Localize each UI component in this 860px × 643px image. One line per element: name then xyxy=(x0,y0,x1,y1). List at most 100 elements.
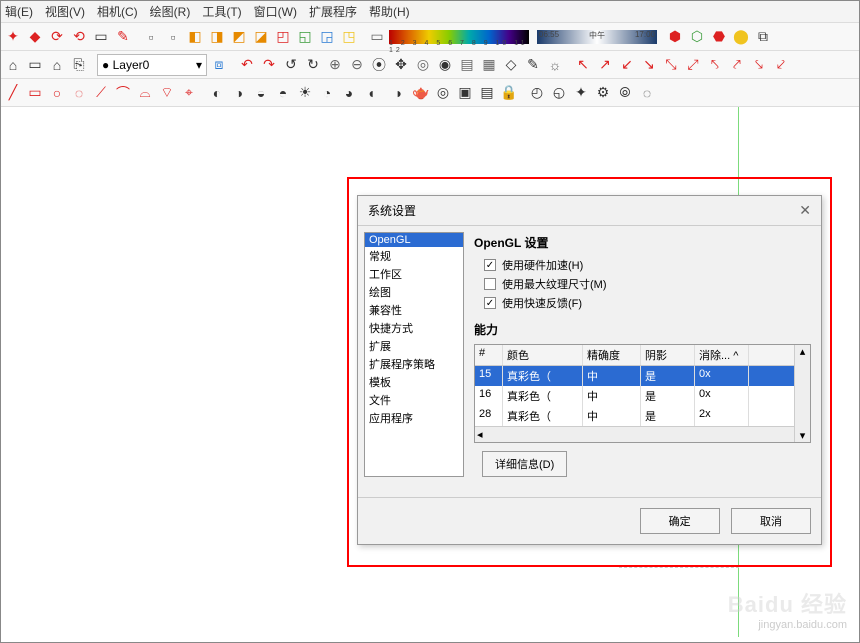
tool-icon[interactable]: ▦ xyxy=(479,55,499,75)
sidebar-item[interactable]: 应用程序 xyxy=(365,409,463,427)
tool-icon[interactable]: ◳ xyxy=(339,27,359,47)
checkbox-row[interactable]: ✓ 使用快速反馈(F) xyxy=(484,295,811,311)
tool-icon[interactable]: ◗ xyxy=(389,83,409,103)
details-button[interactable]: 详细信息(D) xyxy=(482,451,567,477)
tool-icon[interactable]: ◇ xyxy=(501,55,521,75)
tool-icon[interactable]: ⌖ xyxy=(179,83,199,103)
sidebar-item[interactable]: 模板 xyxy=(365,373,463,391)
tool-icon[interactable]: ⤦ xyxy=(771,55,791,75)
checkbox-icon[interactable]: ✓ xyxy=(484,259,496,271)
scroll-down-icon[interactable]: ▾ xyxy=(800,429,806,442)
tool-icon[interactable]: ↖ xyxy=(573,55,593,75)
tool-icon[interactable]: ↙ xyxy=(617,55,637,75)
tool-icon[interactable]: ◎ xyxy=(433,83,453,103)
tool-icon[interactable]: ▫ xyxy=(163,27,183,47)
tool-icon[interactable]: ◆ xyxy=(25,27,45,47)
tool-icon[interactable]: ⌒ xyxy=(113,83,133,103)
tool-icon[interactable]: ▣ xyxy=(455,83,475,103)
col-header[interactable]: # xyxy=(475,345,503,365)
tool-icon[interactable]: ↷ xyxy=(259,55,279,75)
tool-icon[interactable]: ⎘ xyxy=(69,55,89,75)
checkbox-row[interactable]: ✓ 使用硬件加速(H) xyxy=(484,257,811,273)
tool-icon[interactable]: ◲ xyxy=(317,27,337,47)
tool-icon[interactable]: ⧈ xyxy=(209,55,229,75)
menu-item[interactable]: 视图(V) xyxy=(45,3,85,20)
home-icon[interactable]: ⌂ xyxy=(3,55,23,75)
scroll-up-icon[interactable]: ▴ xyxy=(800,345,806,358)
scroll-left-icon[interactable]: ◂ xyxy=(477,428,483,441)
tool-icon[interactable]: ○ xyxy=(47,83,67,103)
tool-icon[interactable]: ⤤ xyxy=(727,55,747,75)
menu-item[interactable]: 绘图(R) xyxy=(150,3,191,20)
tool-icon[interactable]: ✥ xyxy=(391,55,411,75)
menu-item[interactable]: 辑(E) xyxy=(5,3,33,20)
tool-icon[interactable]: ⬤ xyxy=(731,27,751,47)
tool-icon[interactable]: ▭ xyxy=(367,27,387,47)
tool-icon[interactable]: ◉ xyxy=(435,55,455,75)
tool-icon[interactable]: ◑ xyxy=(229,83,249,103)
tool-icon[interactable]: ↘ xyxy=(639,55,659,75)
tool-icon[interactable]: ◒ xyxy=(251,83,271,103)
tool-icon[interactable]: ⊖ xyxy=(347,55,367,75)
tool-icon[interactable]: ◐ xyxy=(207,83,227,103)
tool-icon[interactable]: ✎ xyxy=(113,27,133,47)
menu-item[interactable]: 窗口(W) xyxy=(254,3,297,20)
sidebar-item[interactable]: 快捷方式 xyxy=(365,319,463,337)
vertical-scrollbar[interactable]: ▴ ▾ xyxy=(794,345,810,442)
tool-icon[interactable]: ⧉ xyxy=(753,27,773,47)
tool-icon[interactable]: ⟳ xyxy=(47,27,67,47)
tool-icon[interactable]: 🔒 xyxy=(499,83,519,103)
layer-dropdown[interactable]: ● Layer0 ▾ xyxy=(97,54,207,76)
checkbox-row[interactable]: 使用最大纹理尺寸(M) xyxy=(484,276,811,292)
tool-icon[interactable]: ▭ xyxy=(91,27,111,47)
checkbox-icon[interactable] xyxy=(484,278,496,290)
dialog-titlebar[interactable]: 系统设置 ✕ xyxy=(358,196,821,226)
tool-icon[interactable]: ✦ xyxy=(571,83,591,103)
tool-icon[interactable]: ⟋ xyxy=(91,83,111,103)
tool-icon[interactable]: ◩ xyxy=(229,27,249,47)
menu-item[interactable]: 扩展程序 xyxy=(309,3,357,20)
tool-icon[interactable]: ⬢ xyxy=(665,27,685,47)
sidebar-item[interactable]: 常规 xyxy=(365,247,463,265)
sidebar-item[interactable]: 文件 xyxy=(365,391,463,409)
tool-icon[interactable]: ↗ xyxy=(595,55,615,75)
color-gradient[interactable]: 1 2 3 4 5 6 7 8 9 10 11 12 xyxy=(389,30,529,44)
tool-icon[interactable]: ⦿ xyxy=(369,55,389,75)
tool-icon[interactable]: ◔ xyxy=(317,83,337,103)
horizontal-scrollbar[interactable]: ◂ ▸ xyxy=(475,426,810,442)
tool-icon[interactable]: ↺ xyxy=(281,55,301,75)
tool-icon[interactable]: ▤ xyxy=(477,83,497,103)
tool-icon[interactable]: ⤢ xyxy=(683,55,703,75)
tool-icon[interactable]: ◓ xyxy=(273,83,293,103)
tool-icon[interactable]: ◧ xyxy=(185,27,205,47)
tool-icon[interactable]: ⤣ xyxy=(705,55,725,75)
menu-item[interactable]: 相机(C) xyxy=(97,3,138,20)
menu-item[interactable]: 帮助(H) xyxy=(369,3,410,20)
menu-item[interactable]: 工具(T) xyxy=(202,3,241,20)
tool-icon[interactable]: ⚙ xyxy=(593,83,613,103)
tool-icon[interactable]: ⬣ xyxy=(709,27,729,47)
time-gradient[interactable]: 06:55 中午 17:00 xyxy=(537,30,657,44)
tool-icon[interactable]: ▭ xyxy=(25,83,45,103)
tool-icon[interactable]: ⊕ xyxy=(325,55,345,75)
tool-icon[interactable]: ✎ xyxy=(523,55,543,75)
tool-icon[interactable]: ↻ xyxy=(303,55,323,75)
tool-icon[interactable]: ↶ xyxy=(237,55,257,75)
sidebar-item[interactable]: 扩展程序策略 xyxy=(365,355,463,373)
tool-icon[interactable]: ▤ xyxy=(457,55,477,75)
table-row[interactable]: 16 真彩色（ 中 是 0x xyxy=(475,386,810,406)
col-header[interactable]: 精确度 xyxy=(583,345,641,365)
tool-icon[interactable]: ◴ xyxy=(527,83,547,103)
checkbox-icon[interactable]: ✓ xyxy=(484,297,496,309)
tool-icon[interactable]: ⬡ xyxy=(687,27,707,47)
tool-icon[interactable]: ◌ xyxy=(69,83,89,103)
tool-icon[interactable]: ◰ xyxy=(273,27,293,47)
tool-icon[interactable]: ☼ xyxy=(545,55,565,75)
col-header[interactable]: 颜色 xyxy=(503,345,583,365)
tool-icon[interactable]: ◱ xyxy=(295,27,315,47)
tool-icon[interactable]: ⌓ xyxy=(135,83,155,103)
sidebar-item[interactable]: 绘图 xyxy=(365,283,463,301)
close-icon[interactable]: ✕ xyxy=(799,202,811,219)
tool-icon[interactable]: ◪ xyxy=(251,27,271,47)
cancel-button[interactable]: 取消 xyxy=(731,508,811,534)
